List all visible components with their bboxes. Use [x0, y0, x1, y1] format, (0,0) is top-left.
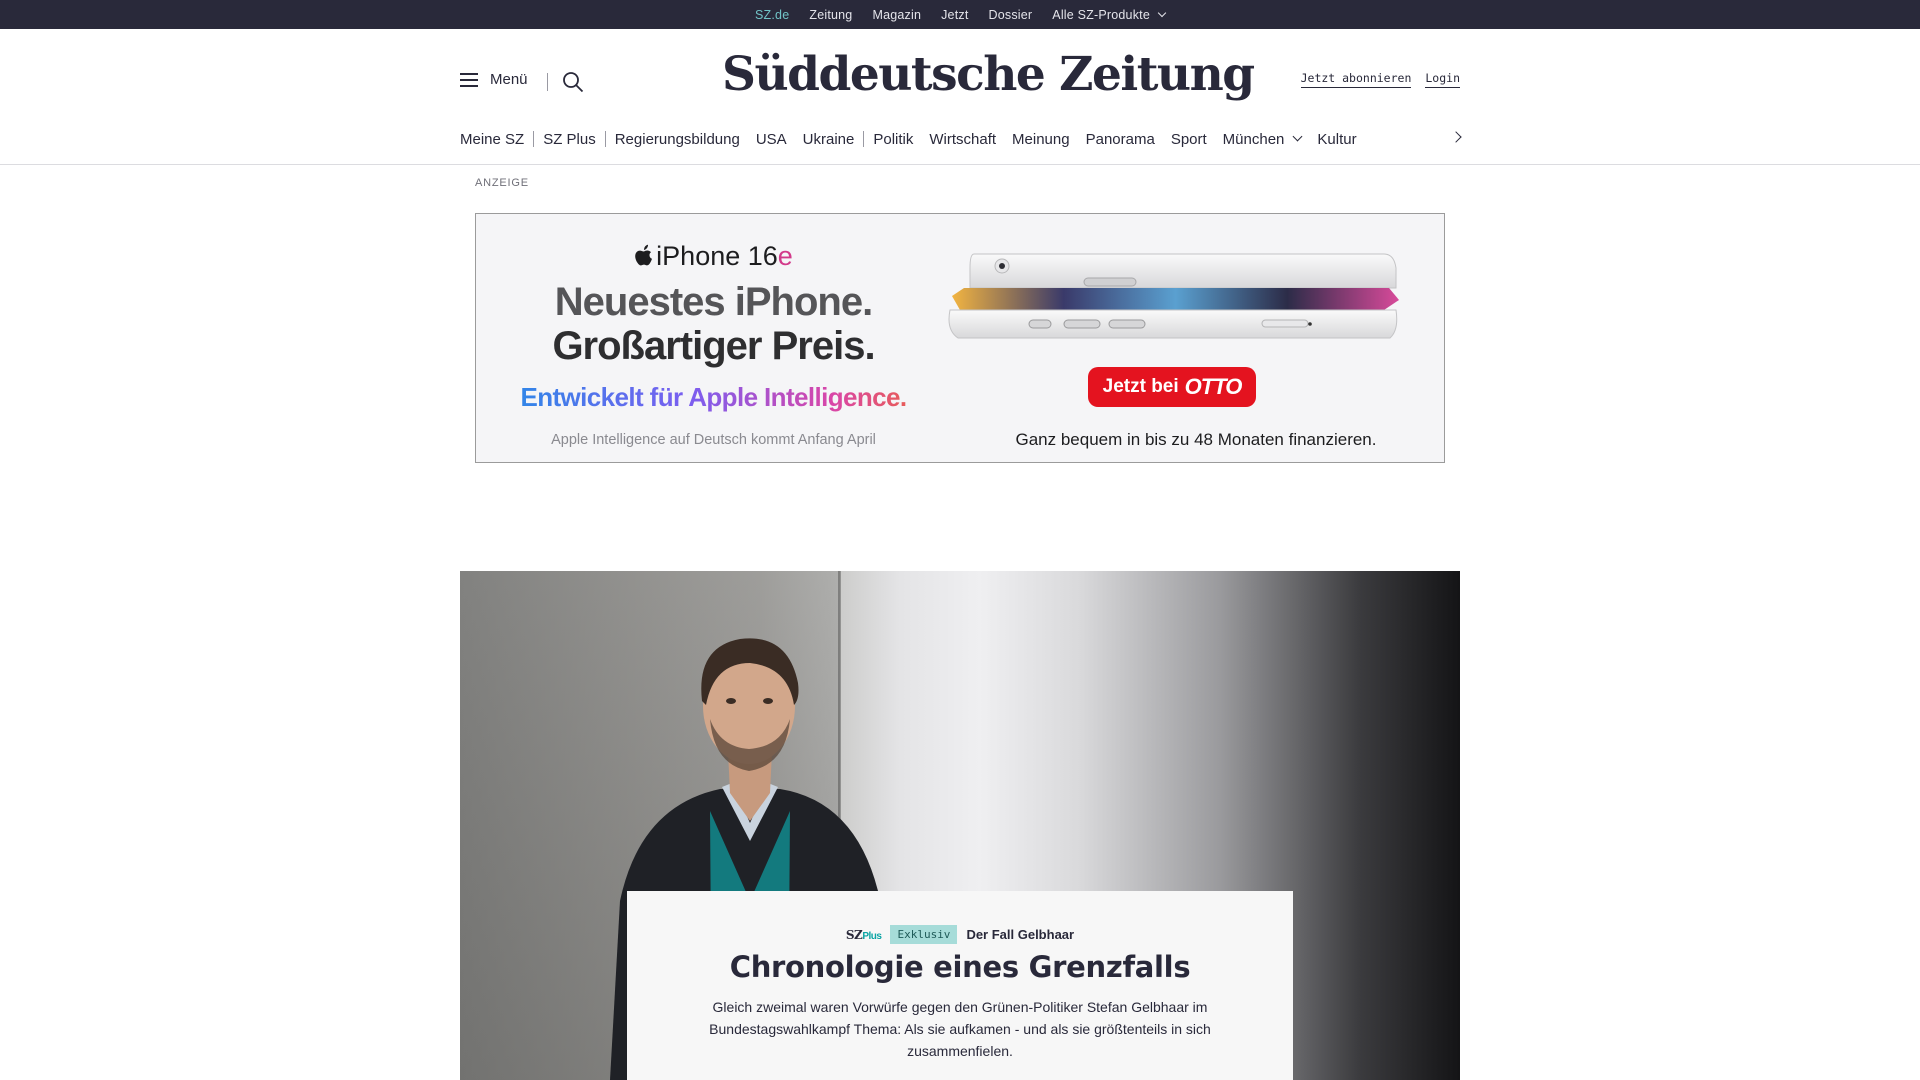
product-link-jetzt[interactable]: Jetzt [941, 8, 968, 22]
ad-cta-button[interactable]: Jetzt bei OTTO [1088, 367, 1256, 407]
site-logo[interactable]: Süddeutsche Zeitung [722, 43, 1255, 107]
product-link-all-products[interactable]: Alle SZ-Produkte [1052, 7, 1167, 22]
iphone-image [948, 253, 1399, 339]
nav-divider [604, 131, 606, 147]
ad-intelligence-line: Entwickelt für Apple Intelligence. [476, 382, 951, 413]
ad-headline-line2: Großartiger Preis. [552, 324, 875, 368]
nav-divider [533, 131, 535, 147]
product-links: SZ.de Zeitung Magazin Jetzt Dossier Alle… [0, 0, 1920, 36]
nav-item-ukraine[interactable]: Ukraine [803, 131, 855, 148]
teaser-meta: SZPlus Exklusiv Der Fall Gelbhaar [627, 925, 1293, 944]
chevron-down-icon [1292, 131, 1303, 141]
menu-button[interactable]: Menü [460, 71, 528, 88]
ad-cta-text: Jetzt bei [1102, 376, 1179, 397]
ad-product-label: iPhone 16 [656, 241, 778, 271]
search-icon[interactable] [562, 71, 584, 93]
ad-note: Apple Intelligence auf Deutsch kommt Anf… [551, 432, 876, 448]
ad-banner[interactable]: iPhone 16e Neuestes iPhone. Großartiger … [475, 213, 1445, 463]
otto-logo: OTTO [1184, 374, 1243, 399]
teaser-card[interactable]: SZPlus Exklusiv Der Fall Gelbhaar Chrono… [627, 891, 1293, 1080]
nav-item-sport[interactable]: Sport [1171, 131, 1207, 148]
nav-item-sz-plus[interactable]: SZ Plus [543, 131, 596, 148]
nav-item-meine-sz[interactable]: Meine SZ [460, 131, 524, 148]
ad-product-name: iPhone 16e [476, 241, 951, 272]
product-link-szde[interactable]: SZ.de [755, 8, 789, 36]
section-nav: Meine SZ SZ Plus Regierungsbildung USA U… [460, 127, 1460, 151]
nav-item-muenchen-label: München [1222, 130, 1285, 148]
teaser-text: Gleich zweimal waren Vorwürfe gegen den … [709, 999, 1211, 1059]
hamburger-icon [460, 72, 478, 87]
sz-plus-logo: SZPlus [845, 927, 882, 942]
teaser-kicker: Der Fall Gelbhaar [966, 927, 1075, 942]
product-bar: SZ.de Zeitung Magazin Jetzt Dossier Alle… [0, 0, 1920, 36]
nav-item-regierungsbildung[interactable]: Regierungsbildung [615, 131, 740, 148]
nav-item-muenchen[interactable]: München [1222, 130, 1303, 148]
nav-divider [863, 131, 865, 147]
ad-product-suffix: e [777, 241, 793, 271]
site-header: Menü Süddeutsche Zeitung Jetzt abonniere… [0, 29, 1920, 165]
ad-copy: iPhone 16e Neuestes iPhone. Großartiger … [476, 214, 951, 462]
nav-item-kultur[interactable]: Kultur [1317, 131, 1356, 148]
teaser-title[interactable]: Chronologie eines Grenzfalls [627, 950, 1293, 984]
ad-headline-line1: Neuestes iPhone. [554, 280, 873, 324]
chevron-down-icon [1157, 8, 1167, 17]
exclusive-badge: Exklusiv [890, 925, 958, 944]
product-link-dossier[interactable]: Dossier [989, 8, 1033, 22]
product-link-zeitung[interactable]: Zeitung [809, 8, 852, 22]
menu-label: Menü [490, 71, 528, 88]
account-actions: Jetzt abonnieren Login [1300, 71, 1460, 88]
ad-finance-text: Ganz bequem in bis zu 48 Monaten finanzi… [1015, 430, 1377, 449]
nav-item-politik[interactable]: Politik [873, 131, 913, 148]
login-link[interactable]: Login [1425, 71, 1460, 88]
ad-label: ANZEIGE [475, 177, 529, 189]
subscribe-link[interactable]: Jetzt abonnieren [1300, 71, 1412, 88]
nav-item-usa[interactable]: USA [756, 131, 787, 148]
nav-item-meinung[interactable]: Meinung [1012, 131, 1070, 148]
divider [547, 73, 548, 91]
nav-item-wirtschaft[interactable]: Wirtschaft [929, 131, 996, 148]
nav-item-panorama[interactable]: Panorama [1086, 131, 1155, 148]
apple-logo-icon [635, 244, 653, 266]
product-link-magazin[interactable]: Magazin [872, 8, 921, 22]
all-products-label: Alle SZ-Produkte [1052, 7, 1150, 22]
